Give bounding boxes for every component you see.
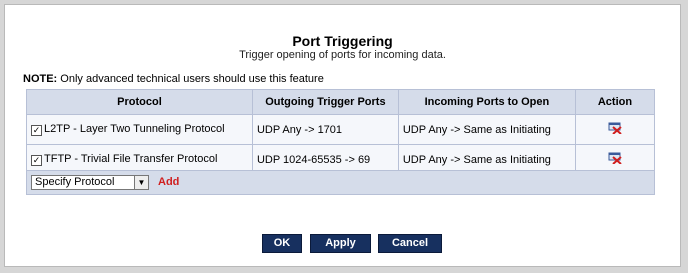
chevron-down-icon[interactable]: ▼ [134, 176, 148, 189]
protocol-select[interactable]: Specify Protocol ▼ [31, 175, 149, 190]
column-header-outgoing: Outgoing Trigger Ports [251, 89, 399, 115]
table-row: ✓ L2TP - Layer Two Tunneling Protocol UDP… [26, 114, 656, 145]
enable-checkbox[interactable]: ✓ [31, 155, 42, 166]
action-cell [574, 114, 656, 145]
table-header-row: Protocol Outgoing Trigger Ports Incoming… [26, 89, 656, 115]
protocol-name: L2TP - Layer Two Tunneling Protocol [44, 123, 225, 135]
page-subtitle: Trigger opening of ports for incoming da… [239, 49, 446, 61]
protocol-name: TFTP - Trivial File Transfer Protocol [44, 153, 218, 165]
note-label: NOTE: [23, 73, 58, 85]
note-text: NOTE: Only advanced technical users shou… [23, 73, 324, 85]
add-link[interactable]: Add [158, 176, 179, 188]
apply-button[interactable]: Apply [310, 234, 371, 253]
column-header-action: Action [574, 89, 656, 115]
column-header-incoming: Incoming Ports to Open [397, 89, 576, 115]
outgoing-ports-cell: UDP Any -> 1701 [251, 114, 399, 145]
add-protocol-row: Specify Protocol ▼ Add [26, 170, 655, 195]
incoming-ports-cell: UDP Any -> Same as Initiating [397, 114, 576, 145]
protocol-select-value: Specify Protocol [35, 176, 115, 188]
enable-checkbox[interactable]: ✓ [31, 125, 42, 136]
port-trigger-table: Protocol Outgoing Trigger Ports Incoming… [26, 89, 656, 175]
page-title: Port Triggering [292, 33, 393, 49]
column-header-protocol: Protocol [26, 89, 253, 115]
ok-button[interactable]: OK [262, 234, 302, 253]
delete-icon[interactable] [608, 122, 622, 135]
protocol-cell: ✓ L2TP - Layer Two Tunneling Protocol [26, 114, 253, 145]
cancel-button[interactable]: Cancel [378, 234, 442, 253]
note-body: Only advanced technical users should use… [57, 73, 324, 85]
delete-icon[interactable] [608, 152, 622, 165]
